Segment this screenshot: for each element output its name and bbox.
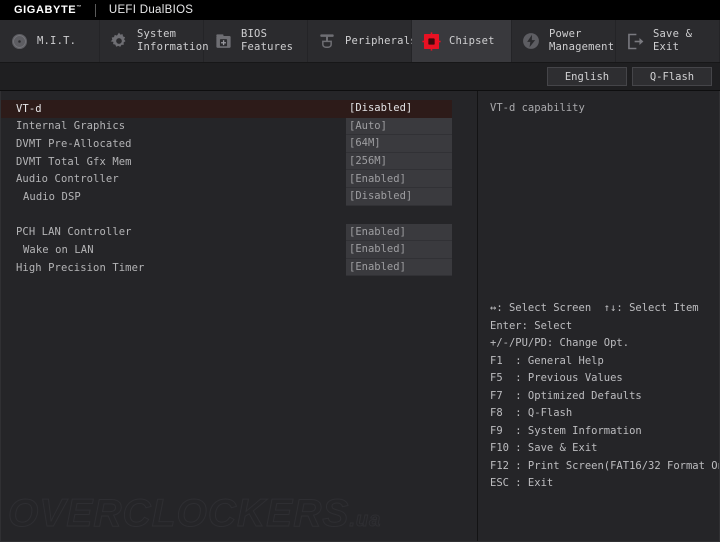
setting-label: DVMT Pre-Allocated bbox=[16, 137, 132, 150]
setting-row[interactable]: Wake on LAN [Enabled] bbox=[0, 241, 477, 259]
tab-system-information[interactable]: System Information bbox=[100, 20, 209, 62]
tab-label-peripherals: Peripherals bbox=[345, 34, 417, 47]
key-legend-line: ESC : Exit bbox=[490, 477, 554, 489]
help-description: VT-d capability bbox=[490, 102, 585, 114]
content-area: VT-d [Disabled] Internal Graphics [Auto] DVM… bbox=[0, 91, 720, 542]
setting-value[interactable]: [256M] bbox=[346, 152, 452, 171]
brand-text: GIGABYTE bbox=[14, 4, 77, 16]
tab-label-system-information: System Information bbox=[137, 28, 209, 53]
tab-label-save-and-exit: Save & Exit bbox=[653, 28, 693, 53]
key-legend-line: F5 : Previous Values bbox=[490, 372, 623, 384]
setting-label: Audio Controller bbox=[16, 173, 119, 186]
setting-label: DVMT Total Gfx Mem bbox=[16, 155, 132, 168]
setting-row[interactable]: Audio DSP [Disabled] bbox=[0, 187, 477, 206]
setting-label: Internal Graphics bbox=[16, 120, 126, 133]
utility-bar: English Q-Flash bbox=[0, 63, 720, 91]
help-panel: VT-d capability ↔: Select Screen ↑↓: Sel… bbox=[478, 91, 720, 542]
setting-label: VT-d bbox=[0, 100, 346, 118]
gigabyte-logo: GIGABYTE™ bbox=[14, 4, 82, 16]
key-legend-line: F10 : Save & Exit bbox=[490, 442, 598, 454]
setting-row[interactable]: Internal Graphics [Auto] bbox=[0, 117, 477, 136]
chip-plus-icon bbox=[212, 30, 234, 52]
tab-peripherals[interactable]: Peripherals bbox=[308, 20, 417, 62]
key-legend-line: F1 : General Help bbox=[490, 354, 604, 367]
setting-value[interactable]: [Enabled] bbox=[346, 258, 452, 277]
title-divider bbox=[94, 3, 96, 17]
tab-label-chipset: Chipset bbox=[449, 34, 495, 47]
tab-save-and-exit[interactable]: Save & Exit bbox=[616, 20, 720, 62]
settings-list: VT-d [Disabled] Internal Graphics [Auto] DVM… bbox=[0, 100, 477, 277]
setting-value[interactable]: [Disabled] bbox=[346, 100, 452, 118]
setting-row[interactable]: High Precision Timer [Enabled] bbox=[0, 258, 477, 277]
setting-value[interactable]: [Enabled] bbox=[346, 241, 452, 259]
tab-label-mit: M.I.T. bbox=[37, 34, 77, 47]
tab-power-management[interactable]: Power Management bbox=[512, 20, 616, 62]
tab-mit[interactable]: M.I.T. bbox=[0, 20, 100, 62]
tab-label-bios-features: BIOS Features bbox=[241, 28, 294, 53]
key-legend-line: Enter: Select bbox=[490, 319, 573, 332]
settings-panel: VT-d [Disabled] Internal Graphics [Auto] DVM… bbox=[0, 91, 478, 542]
settings-group-gap bbox=[0, 206, 477, 224]
key-legend-line: +/-/PU/PD: Change Opt. bbox=[490, 337, 630, 349]
setting-row[interactable]: DVMT Total Gfx Mem [256M] bbox=[0, 152, 477, 171]
main-tab-bar: M.I.T. System Information BIOS Features … bbox=[0, 20, 720, 63]
tab-chipset[interactable]: Chipset bbox=[412, 20, 512, 62]
setting-value[interactable]: [Enabled] bbox=[346, 170, 452, 188]
product-title: UEFI DualBIOS bbox=[108, 4, 194, 16]
setting-row[interactable]: Audio Controller [Enabled] bbox=[0, 170, 477, 188]
tab-bios-features[interactable]: BIOS Features bbox=[204, 20, 308, 62]
key-legend: ↔: Select Screen ↑↓: Select Item Enter: S… bbox=[487, 300, 720, 493]
key-legend-line: F12 : Print Screen(FAT16/32 Format Only) bbox=[490, 459, 720, 472]
chipset-square-icon bbox=[420, 30, 442, 52]
key-legend-line: F9 : System Information bbox=[490, 424, 642, 437]
setting-label: High Precision Timer bbox=[16, 261, 145, 274]
setting-value[interactable]: [Auto] bbox=[346, 117, 452, 136]
setting-value[interactable]: [Enabled] bbox=[346, 223, 452, 242]
title-bar: GIGABYTE™ UEFI DualBIOS bbox=[0, 0, 720, 20]
gear-icon bbox=[108, 30, 130, 52]
setting-label: Wake on LAN bbox=[23, 243, 94, 256]
exit-arrow-icon bbox=[624, 30, 646, 52]
setting-row[interactable]: VT-d [Disabled] bbox=[0, 100, 477, 118]
connector-icon bbox=[316, 30, 338, 52]
setting-row[interactable]: PCH LAN Controller [Enabled] bbox=[0, 223, 477, 242]
key-legend-line: F7 : Optimized Defaults bbox=[490, 389, 642, 402]
setting-label: Audio DSP bbox=[23, 190, 81, 203]
setting-label: PCH LAN Controller bbox=[16, 226, 132, 239]
disc-icon bbox=[8, 30, 30, 52]
language-button[interactable]: English bbox=[547, 67, 627, 86]
key-legend-line: F8 : Q-Flash bbox=[490, 407, 573, 419]
trademark-symbol: ™ bbox=[76, 4, 82, 11]
setting-value[interactable]: [64M] bbox=[346, 135, 452, 153]
power-bolt-icon bbox=[520, 30, 542, 52]
key-legend-line: ↔: Select Screen ↑↓: Select Item bbox=[490, 302, 699, 314]
setting-value[interactable]: [Disabled] bbox=[346, 187, 452, 206]
q-flash-button[interactable]: Q-Flash bbox=[632, 67, 712, 86]
setting-row[interactable]: DVMT Pre-Allocated [64M] bbox=[0, 135, 477, 153]
tab-label-power-management: Power Management bbox=[549, 28, 615, 53]
